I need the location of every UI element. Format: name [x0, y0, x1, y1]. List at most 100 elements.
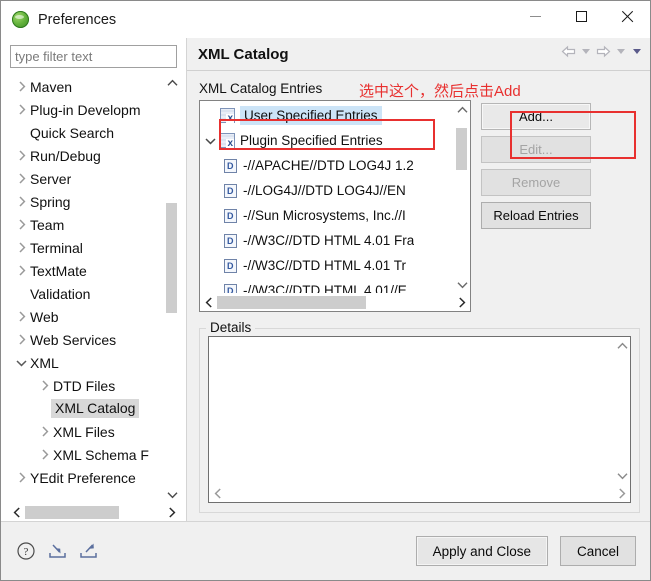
details-group: Details: [199, 328, 640, 513]
sidebar-item-server[interactable]: Server: [8, 167, 164, 190]
export-button[interactable]: [77, 540, 99, 562]
scroll-left-icon[interactable]: [8, 507, 25, 518]
catalog-entries-tree[interactable]: User Specified EntriesPlugin Specified E…: [199, 100, 471, 312]
scroll-up-icon[interactable]: [454, 101, 470, 118]
sidebar-item-validation[interactable]: Validation: [8, 282, 164, 305]
sidebar-item-quick-search[interactable]: Quick Search: [8, 121, 164, 144]
sidebar-item-run-debug[interactable]: Run/Debug: [8, 144, 164, 167]
sidebar-scroll-thumb[interactable]: [166, 203, 177, 313]
page-content: XML Catalog Entries User Specified Entri…: [187, 71, 650, 521]
entries-hscroll-track[interactable]: [217, 296, 453, 309]
entries-scroll-track[interactable]: [454, 118, 470, 276]
entries-scroll-thumb[interactable]: [456, 128, 467, 170]
catalog-entry-label: -//LOG4J//DTD LOG4J//EN: [243, 183, 406, 198]
sidebar-item-dtd-files[interactable]: DTD Files: [8, 374, 164, 397]
sidebar-vertical-scrollbar[interactable]: [164, 74, 180, 503]
sidebar-item-textmate[interactable]: TextMate: [8, 259, 164, 282]
scroll-down-icon[interactable]: [614, 467, 630, 484]
catalog-entry-row[interactable]: -//W3C//DTD HTML 4.01 Tr: [200, 253, 454, 278]
sidebar-item-web[interactable]: Web: [8, 305, 164, 328]
chevron-right-icon[interactable]: [13, 219, 30, 230]
scroll-right-icon[interactable]: [163, 507, 180, 518]
chevron-right-icon[interactable]: [36, 449, 53, 460]
sidebar-hscroll-track[interactable]: [25, 506, 163, 519]
chevron-down-icon[interactable]: [200, 137, 220, 145]
catalog-entry-row[interactable]: -//APACHE//DTD LOG4J 1.2: [200, 153, 454, 178]
back-dropdown-icon[interactable]: [582, 49, 590, 54]
entries-hscroll-thumb[interactable]: [217, 296, 366, 309]
chevron-right-icon[interactable]: [36, 426, 53, 437]
chevron-right-icon[interactable]: [13, 311, 30, 322]
chevron-right-icon[interactable]: [13, 81, 30, 92]
sidebar-scroll-track[interactable]: [164, 91, 180, 486]
scroll-down-icon[interactable]: [164, 486, 180, 503]
chevron-right-icon[interactable]: [13, 242, 30, 253]
maximize-button[interactable]: [558, 1, 604, 31]
import-button[interactable]: [46, 540, 68, 562]
sidebar-item-xml-schema-f[interactable]: XML Schema F: [8, 443, 164, 466]
remove-button[interactable]: Remove: [481, 169, 591, 196]
close-button[interactable]: [604, 1, 650, 31]
sidebar-item-terminal[interactable]: Terminal: [8, 236, 164, 259]
scroll-left-icon[interactable]: [200, 297, 217, 308]
catalog-entry-row[interactable]: -//Sun Microsystems, Inc.//I: [200, 203, 454, 228]
import-icon: [47, 541, 68, 561]
scroll-left-icon[interactable]: [209, 488, 226, 499]
footer-icons: ?: [15, 540, 99, 562]
details-label: Details: [206, 320, 255, 335]
chevron-down-icon[interactable]: [13, 359, 30, 367]
details-box[interactable]: [208, 336, 631, 503]
filter-input[interactable]: [10, 45, 177, 68]
sidebar-item-label: XML: [30, 355, 59, 371]
details-content[interactable]: [209, 337, 614, 484]
catalog-entry-row[interactable]: -//W3C//DTD HTML 4.01 Fra: [200, 228, 454, 253]
chevron-right-icon[interactable]: [13, 472, 30, 483]
details-section: Details: [199, 328, 640, 513]
sidebar-item-yedit-preference[interactable]: YEdit Preference: [8, 466, 164, 489]
chevron-right-icon[interactable]: [13, 150, 30, 161]
catalog-entry-row[interactable]: User Specified Entries: [200, 103, 454, 128]
catalog-entry-row[interactable]: Plugin Specified Entries: [200, 128, 454, 153]
view-menu-icon[interactable]: [633, 49, 641, 54]
details-vertical-scrollbar[interactable]: [614, 337, 630, 484]
cancel-button[interactable]: Cancel: [560, 536, 636, 566]
chevron-right-icon[interactable]: [13, 173, 30, 184]
apply-and-close-button[interactable]: Apply and Close: [416, 536, 548, 566]
minimize-button[interactable]: [512, 1, 558, 31]
scroll-right-icon[interactable]: [613, 488, 630, 499]
forward-dropdown-icon[interactable]: [617, 49, 625, 54]
scroll-up-icon[interactable]: [614, 337, 630, 354]
dtd-doc-icon: [224, 259, 237, 273]
chevron-right-icon[interactable]: [13, 196, 30, 207]
back-button[interactable]: [560, 45, 577, 58]
entries-vertical-scrollbar[interactable]: [454, 101, 470, 293]
reload-entries-button[interactable]: Reload Entries: [481, 202, 591, 229]
add-button[interactable]: Add...: [481, 103, 591, 130]
sidebar-item-plug-in-developm[interactable]: Plug-in Developm: [8, 98, 164, 121]
scroll-up-icon[interactable]: [164, 74, 180, 91]
details-scroll-track[interactable]: [614, 354, 630, 467]
chevron-right-icon[interactable]: [13, 334, 30, 345]
catalog-entry-row[interactable]: -//W3C//DTD HTML 4.01//E: [200, 278, 454, 293]
sidebar-item-team[interactable]: Team: [8, 213, 164, 236]
chevron-right-icon[interactable]: [36, 380, 53, 391]
forward-button[interactable]: [595, 45, 612, 58]
sidebar-item-spring[interactable]: Spring: [8, 190, 164, 213]
catalog-entry-row[interactable]: -//LOG4J//DTD LOG4J//EN: [200, 178, 454, 203]
scroll-right-icon[interactable]: [453, 297, 470, 308]
sidebar-item-web-services[interactable]: Web Services: [8, 328, 164, 351]
sidebar-horizontal-scrollbar[interactable]: [8, 503, 180, 521]
scroll-down-icon[interactable]: [454, 276, 470, 293]
sidebar-hscroll-thumb[interactable]: [25, 506, 119, 519]
entries-horizontal-scrollbar[interactable]: [200, 293, 470, 311]
chevron-right-icon[interactable]: [13, 104, 30, 115]
details-horizontal-scrollbar[interactable]: [209, 484, 630, 502]
chevron-right-icon[interactable]: [13, 265, 30, 276]
sidebar-item-maven[interactable]: Maven: [8, 75, 164, 98]
sidebar-item-xml-files[interactable]: XML Files: [8, 420, 164, 443]
help-button[interactable]: ?: [15, 540, 37, 562]
sidebar-item-xml[interactable]: XML: [8, 351, 164, 374]
edit-button[interactable]: Edit...: [481, 136, 591, 163]
sidebar-item-xml-catalog[interactable]: XML Catalog: [8, 397, 164, 420]
details-hscroll-track[interactable]: [226, 487, 613, 500]
